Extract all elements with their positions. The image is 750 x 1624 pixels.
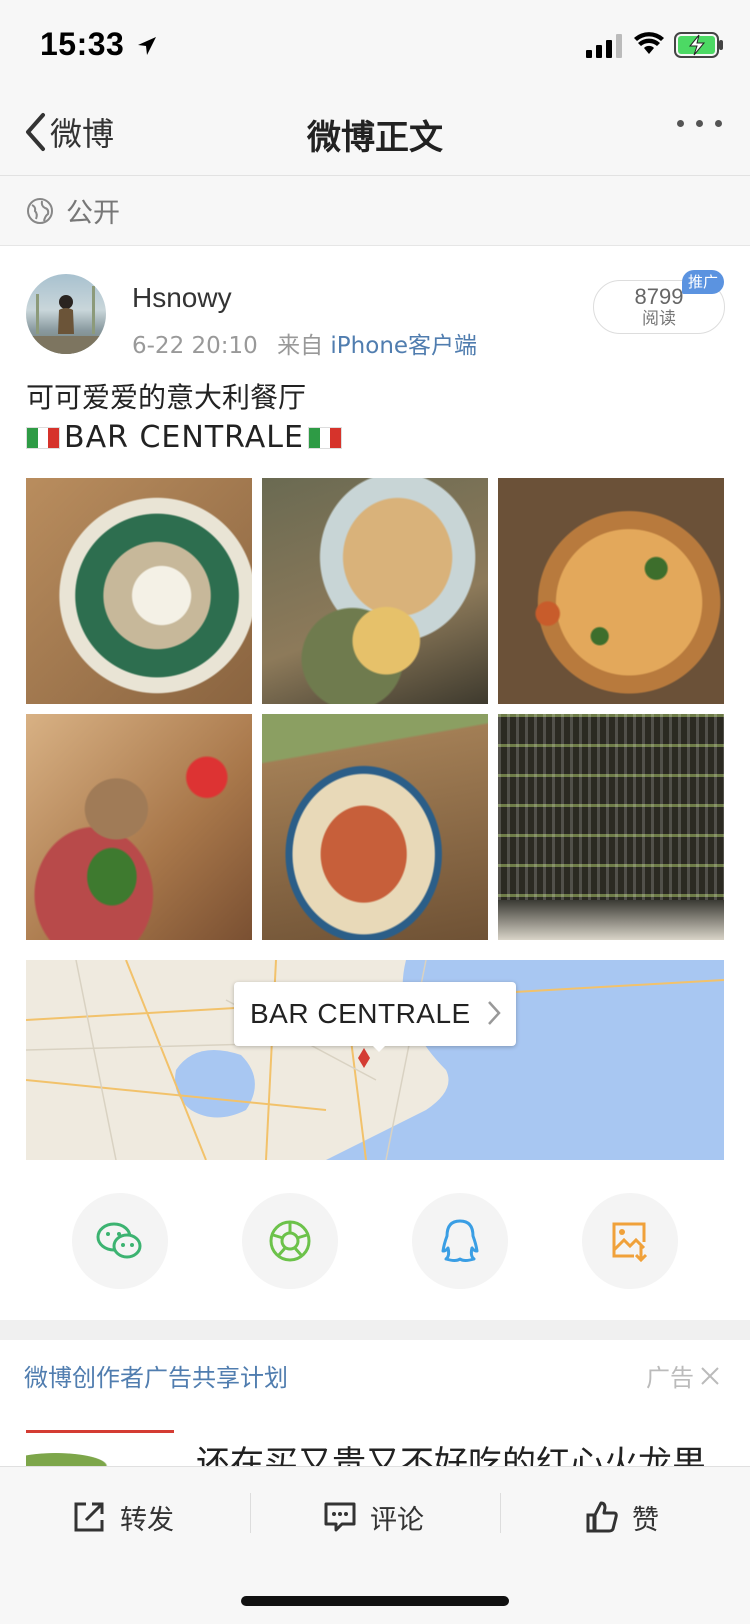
share-moments-button[interactable]: [242, 1193, 338, 1289]
battery-charging-icon: [674, 32, 723, 58]
visibility-label: 公开: [66, 198, 120, 229]
signal-icon: [586, 34, 622, 58]
post-photo-figs-burrata[interactable]: [26, 478, 252, 704]
post-photo-charcuterie[interactable]: [26, 714, 252, 940]
post-text-line2: BAR CENTRALE: [26, 420, 342, 455]
share-wechat-button[interactable]: [72, 1193, 168, 1289]
read-label: 阅读: [642, 309, 676, 329]
status-bar: 15:33: [0, 0, 750, 90]
username[interactable]: Hsnowy: [132, 282, 232, 314]
location-name: BAR CENTRALE: [250, 998, 471, 1029]
avatar[interactable]: [26, 274, 106, 354]
home-indicator[interactable]: [241, 1596, 509, 1606]
more-dot-icon: [715, 120, 722, 127]
comment-label: 评论: [370, 1504, 424, 1536]
save-image-button[interactable]: [582, 1193, 678, 1289]
location-card-pointer: [371, 1044, 387, 1052]
post-text-line1: 可可爱爱的意大利餐厅: [26, 381, 307, 414]
like-label: 赞: [632, 1504, 659, 1536]
page-title: 微博正文: [307, 118, 443, 158]
post-photo-pasta-table[interactable]: [262, 478, 488, 704]
status-time-text: 15:33: [40, 26, 125, 62]
repost-icon: [74, 1502, 104, 1532]
thumbs-up-icon: [586, 1501, 618, 1533]
more-dot-icon: [696, 120, 703, 127]
ad-program-title[interactable]: 微博创作者广告共享计划: [24, 1358, 288, 1393]
nav-bar: 微博 微博正文: [0, 90, 750, 176]
ad-label-text: 广告: [646, 1364, 694, 1392]
repost-button[interactable]: 转发: [72, 1495, 174, 1539]
toolbar-divider: [250, 1493, 251, 1533]
visibility-row: 公开: [0, 176, 750, 246]
post-datetime: 6-22 20:10: [132, 333, 258, 359]
promo-badge[interactable]: 推广: [682, 270, 724, 294]
post-photo-bar-shelves[interactable]: [498, 714, 724, 940]
italy-flag-icon: [26, 426, 60, 449]
more-dot-icon: [677, 120, 684, 127]
repost-label: 转发: [120, 1504, 174, 1536]
post-source-link[interactable]: iPhone客户端: [330, 333, 477, 359]
share-qq-button[interactable]: [412, 1193, 508, 1289]
avatar-person-icon: [26, 286, 106, 354]
save-image-icon: [612, 1222, 648, 1262]
ad-thumbnail[interactable]: [26, 1436, 174, 1466]
ad-label[interactable]: 广告: [646, 1358, 720, 1393]
toolbar-divider: [500, 1493, 501, 1533]
post-source-prefix: 来自: [277, 333, 324, 359]
wifi-icon: [634, 32, 664, 54]
like-button[interactable]: 赞: [586, 1495, 659, 1539]
location-card[interactable]: BAR CENTRALE: [234, 982, 516, 1046]
post-photo-pizza[interactable]: [498, 478, 724, 704]
location-arrow-icon: [137, 37, 156, 55]
ad-accent-line: [26, 1430, 174, 1433]
close-icon: [701, 1366, 719, 1385]
post-photo-seafood-pasta[interactable]: [262, 714, 488, 940]
comment-icon: [324, 1502, 356, 1532]
globe-icon: [27, 197, 53, 224]
chevron-right-icon: [488, 1001, 501, 1025]
qq-icon: [441, 1219, 479, 1262]
section-divider: [0, 1320, 750, 1340]
moments-icon: [269, 1220, 311, 1262]
status-time: 15:33: [40, 26, 158, 63]
comment-button[interactable]: 评论: [324, 1495, 424, 1539]
wechat-icon: [96, 1222, 142, 1259]
more-button[interactable]: [677, 120, 722, 127]
italy-flag-icon: [307, 426, 342, 449]
post-restaurant-name: BAR CENTRALE: [64, 420, 304, 455]
post-meta: 6-22 20:10 来自 iPhone客户端: [132, 326, 477, 360]
